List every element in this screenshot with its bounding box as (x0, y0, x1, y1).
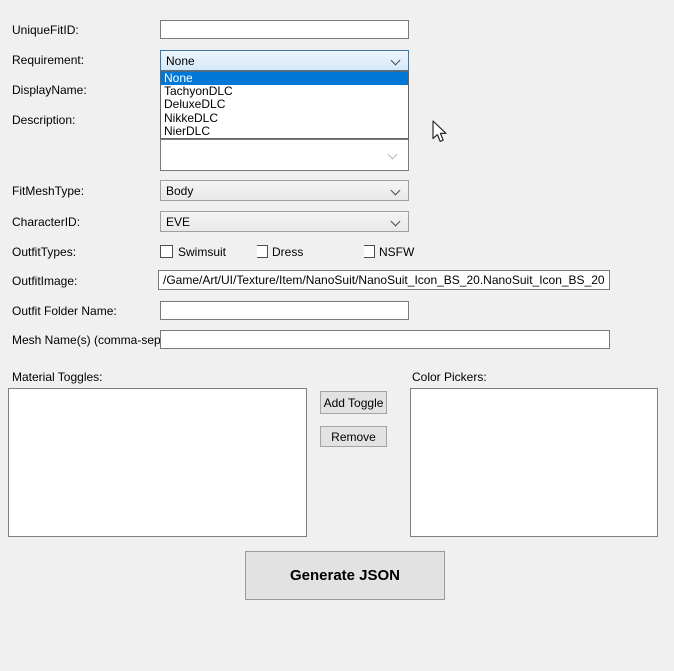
character-id-selected-value: EVE (166, 215, 190, 229)
description-textarea[interactable] (160, 139, 409, 171)
dropdown-option-deluxedlc[interactable]: DeluxeDLC (161, 98, 408, 111)
outfit-editor-window: UniqueFitID: Requirement: None None Tach… (0, 0, 674, 671)
mesh-names-label: Mesh Name(s) (comma-sep): (12, 333, 168, 347)
fit-mesh-type-label: FitMeshType: (12, 184, 84, 198)
generate-json-button[interactable]: Generate JSON (245, 551, 445, 600)
outfit-folder-name-label: Outfit Folder Name: (12, 304, 117, 318)
requirement-selected-value: None (166, 54, 195, 68)
character-id-combobox[interactable]: EVE (160, 211, 409, 232)
nsfw-checkbox[interactable] (364, 245, 375, 258)
add-toggle-button[interactable]: Add Toggle (320, 391, 387, 414)
display-name-label: DisplayName: (12, 83, 87, 97)
chevron-down-icon (391, 186, 401, 196)
dropdown-option-tachyondlc[interactable]: TachyonDLC (161, 85, 408, 98)
character-id-label: CharacterID: (12, 215, 80, 229)
dress-checkbox[interactable] (257, 245, 268, 258)
color-pickers-listbox[interactable] (410, 388, 658, 537)
fit-mesh-type-selected-value: Body (166, 184, 193, 198)
chevron-down-icon (391, 56, 401, 66)
swimsuit-checkbox-label[interactable]: Swimsuit (178, 245, 226, 259)
mouse-cursor-icon (432, 120, 450, 146)
requirement-combobox[interactable]: None (160, 50, 409, 71)
outfit-folder-name-input[interactable] (160, 301, 409, 320)
dropdown-option-nikkedlc[interactable]: NikkeDLC (161, 112, 408, 125)
outfit-types-label: OutfitTypes: (12, 245, 76, 259)
unique-fit-id-label: UniqueFitID: (12, 23, 79, 37)
remove-button[interactable]: Remove (320, 426, 387, 447)
mesh-names-input[interactable] (160, 330, 610, 349)
material-toggles-label: Material Toggles: (12, 370, 103, 384)
nsfw-checkbox-label[interactable]: NSFW (379, 245, 414, 259)
description-label: Description: (12, 113, 75, 127)
dropdown-option-none[interactable]: None (161, 72, 408, 85)
requirement-label: Requirement: (12, 53, 84, 67)
scrollbar-down-arrow-icon (388, 150, 398, 160)
requirement-dropdown-list: None TachyonDLC DeluxeDLC NikkeDLC NierD… (160, 71, 409, 139)
material-toggles-listbox[interactable] (8, 388, 307, 537)
outfit-image-label: OutfitImage: (12, 274, 77, 288)
dropdown-option-nierdlc[interactable]: NierDLC (161, 125, 408, 138)
color-pickers-label: Color Pickers: (412, 370, 487, 384)
outfit-image-input[interactable] (158, 270, 610, 290)
chevron-down-icon (391, 217, 401, 227)
fit-mesh-type-combobox[interactable]: Body (160, 180, 409, 201)
dress-checkbox-label[interactable]: Dress (272, 245, 303, 259)
unique-fit-id-input[interactable] (160, 20, 409, 39)
swimsuit-checkbox[interactable] (160, 245, 173, 258)
